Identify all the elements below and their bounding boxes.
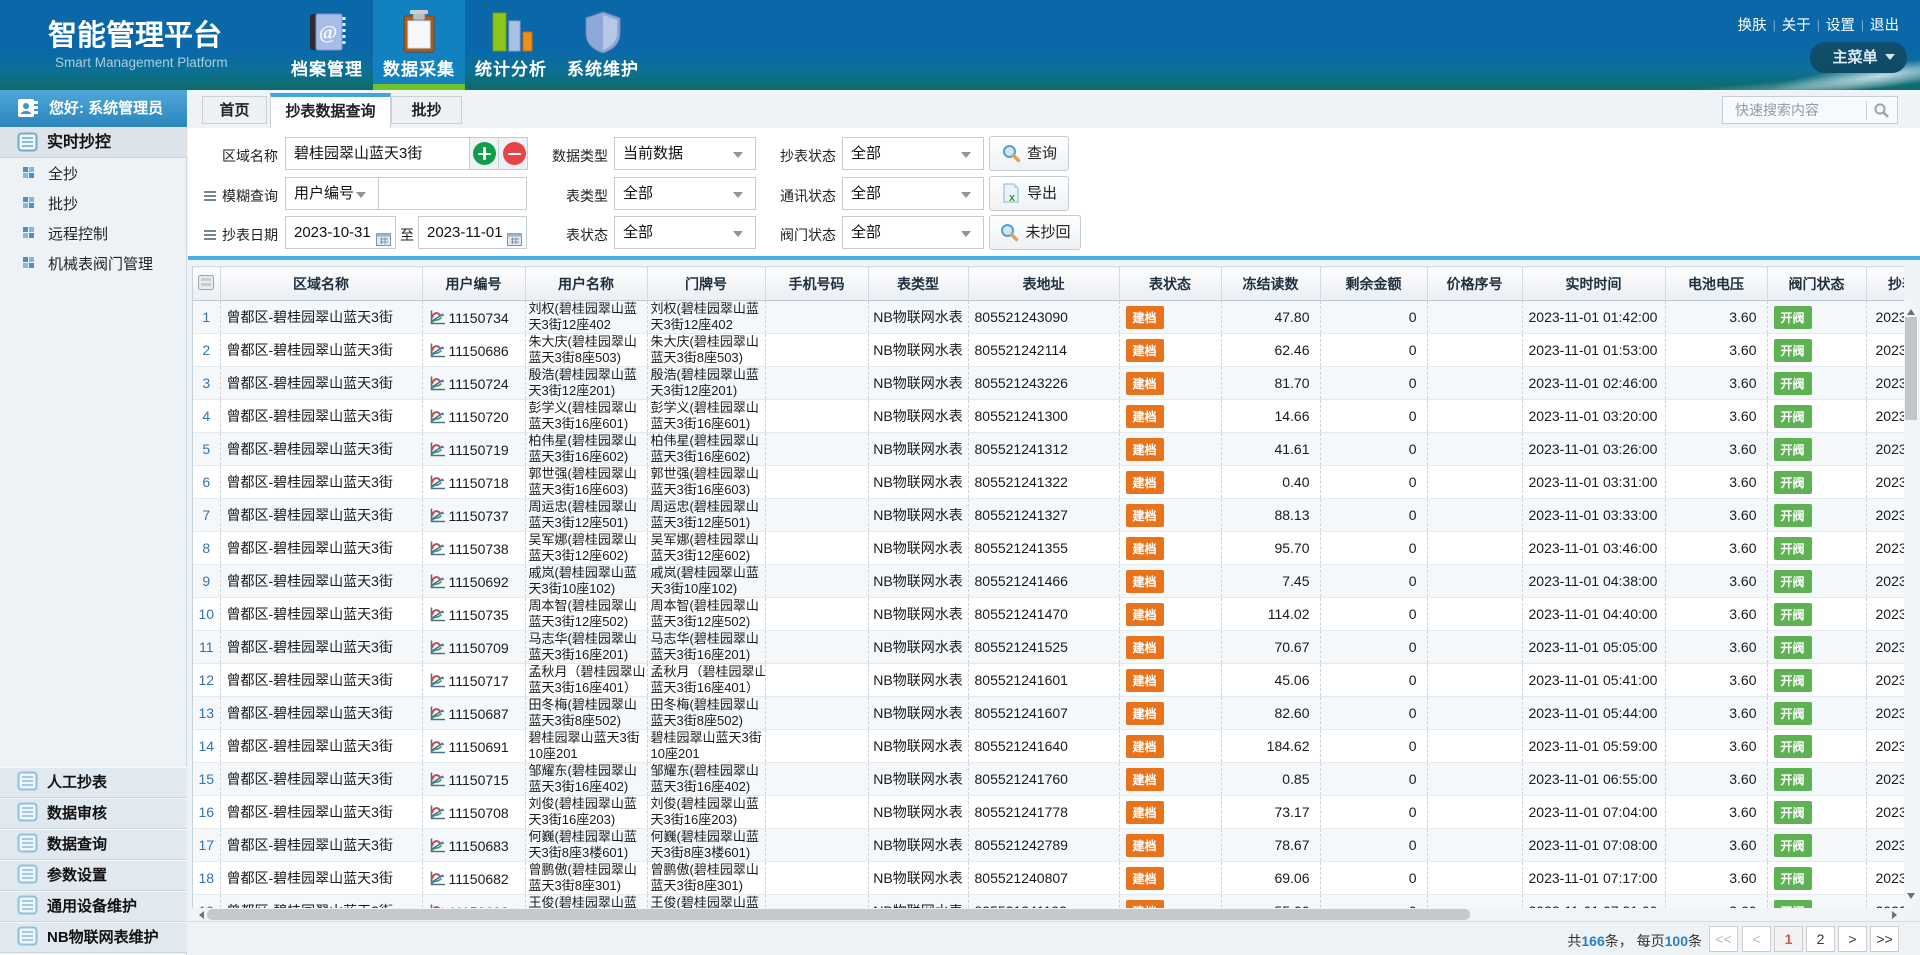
- svg-text:x: x: [1009, 192, 1016, 203]
- svg-text:@: @: [319, 22, 338, 44]
